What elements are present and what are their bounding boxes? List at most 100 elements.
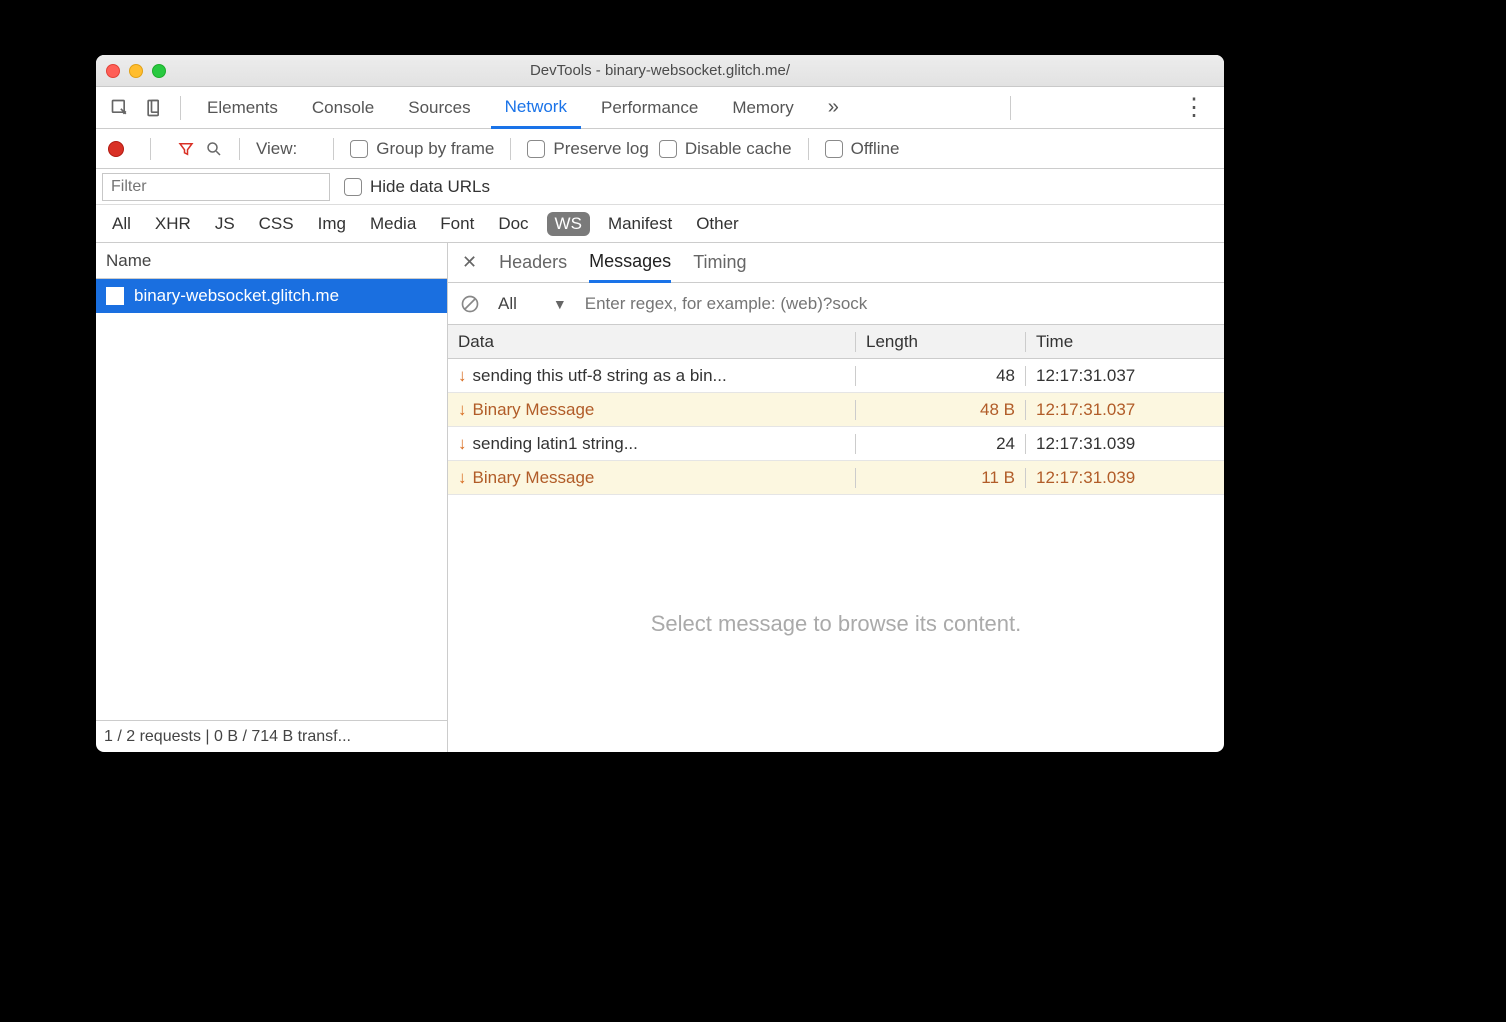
- message-length: 48: [856, 366, 1026, 386]
- pill-all[interactable]: All: [106, 212, 137, 236]
- file-icon: [106, 287, 124, 305]
- checkbox-icon: [344, 178, 362, 196]
- pill-img[interactable]: Img: [312, 212, 352, 236]
- tab-headers[interactable]: Headers: [499, 243, 567, 282]
- titlebar: DevTools - binary-websocket.glitch.me/: [96, 55, 1224, 87]
- request-row[interactable]: binary-websocket.glitch.me: [96, 279, 447, 313]
- group-by-frame-toggle[interactable]: Group by frame: [350, 139, 494, 159]
- tab-performance[interactable]: Performance: [587, 87, 712, 128]
- hide-data-urls-label: Hide data URLs: [370, 177, 490, 197]
- minimize-window-button[interactable]: [129, 64, 143, 78]
- tab-timing[interactable]: Timing: [693, 243, 746, 282]
- tab-memory[interactable]: Memory: [718, 87, 807, 128]
- filter-row: Hide data URLs: [96, 169, 1224, 205]
- pill-doc[interactable]: Doc: [492, 212, 534, 236]
- pill-media[interactable]: Media: [364, 212, 422, 236]
- network-toolbar: View: Group by frame Preserve log Disabl…: [96, 129, 1224, 169]
- more-tabs-icon[interactable]: »: [814, 87, 853, 128]
- tab-elements[interactable]: Elements: [193, 87, 292, 128]
- hide-data-urls-toggle[interactable]: Hide data URLs: [344, 177, 490, 197]
- close-window-button[interactable]: [106, 64, 120, 78]
- preserve-log-label: Preserve log: [553, 139, 648, 159]
- offline-label: Offline: [851, 139, 900, 159]
- checkbox-icon: [350, 140, 368, 158]
- checkbox-icon: [527, 140, 545, 158]
- message-time: 12:17:31.037: [1026, 366, 1224, 386]
- message-time: 12:17:31.037: [1026, 400, 1224, 420]
- message-data: sending this utf-8 string as a bin...: [473, 366, 727, 386]
- tab-messages[interactable]: Messages: [589, 244, 671, 283]
- message-length: 24: [856, 434, 1026, 454]
- separator: [239, 138, 240, 160]
- col-length-header[interactable]: Length: [856, 332, 1026, 352]
- dropdown-value: All: [498, 294, 517, 314]
- col-time-header[interactable]: Time: [1026, 332, 1224, 352]
- filter-icon[interactable]: [177, 140, 195, 158]
- message-length: 48 B: [856, 400, 1026, 420]
- checkbox-icon: [825, 140, 843, 158]
- message-time: 12:17:31.039: [1026, 468, 1224, 488]
- separator: [510, 138, 511, 160]
- main-split: Name binary-websocket.glitch.me 1 / 2 re…: [96, 243, 1224, 752]
- record-button[interactable]: [108, 141, 124, 157]
- pill-js[interactable]: JS: [209, 212, 241, 236]
- device-toggle-icon[interactable]: [140, 94, 168, 122]
- offline-toggle[interactable]: Offline: [825, 139, 900, 159]
- type-filter-row: All XHR JS CSS Img Media Font Doc WS Man…: [96, 205, 1224, 243]
- message-time: 12:17:31.039: [1026, 434, 1224, 454]
- separator: [180, 96, 181, 120]
- tab-console[interactable]: Console: [298, 87, 388, 128]
- devtools-window: DevTools - binary-websocket.glitch.me/ E…: [96, 55, 1224, 752]
- search-icon[interactable]: [205, 140, 223, 158]
- pill-ws[interactable]: WS: [547, 212, 590, 236]
- name-column-header[interactable]: Name: [96, 243, 447, 279]
- clear-messages-icon[interactable]: [460, 294, 480, 314]
- disable-cache-label: Disable cache: [685, 139, 792, 159]
- request-list-panel: Name binary-websocket.glitch.me 1 / 2 re…: [96, 243, 448, 752]
- message-row[interactable]: ↓ sending latin1 string... 2412:17:31.039: [448, 427, 1224, 461]
- down-arrow-icon: ↓: [458, 468, 467, 488]
- messages-body: ↓ sending this utf-8 string as a bin... 48…: [448, 359, 1224, 495]
- down-arrow-icon: ↓: [458, 434, 467, 454]
- detail-panel: ✕ Headers Messages Timing All ▼ Data Len…: [448, 243, 1224, 752]
- traffic-lights: [106, 64, 166, 78]
- separator: [808, 138, 809, 160]
- message-data: Binary Message: [473, 468, 595, 488]
- tab-sources[interactable]: Sources: [394, 87, 484, 128]
- view-label: View:: [256, 139, 297, 159]
- message-row[interactable]: ↓Binary Message48 B12:17:31.037: [448, 393, 1224, 427]
- pill-xhr[interactable]: XHR: [149, 212, 197, 236]
- group-by-frame-label: Group by frame: [376, 139, 494, 159]
- regex-input[interactable]: [585, 294, 1212, 314]
- pill-css[interactable]: CSS: [253, 212, 300, 236]
- down-arrow-icon: ↓: [458, 400, 467, 420]
- preserve-log-toggle[interactable]: Preserve log: [527, 139, 648, 159]
- window-title: DevTools - binary-websocket.glitch.me/: [96, 62, 1224, 79]
- pill-other[interactable]: Other: [690, 212, 745, 236]
- detail-tabs: ✕ Headers Messages Timing: [448, 243, 1224, 283]
- message-row[interactable]: ↓sending this utf-8 string as a bin...48…: [448, 359, 1224, 393]
- request-name: binary-websocket.glitch.me: [134, 286, 339, 306]
- close-icon[interactable]: ✕: [462, 252, 477, 273]
- pill-manifest[interactable]: Manifest: [602, 212, 678, 236]
- message-row[interactable]: ↓ Binary Message 11 B12:17:31.039: [448, 461, 1224, 495]
- disable-cache-toggle[interactable]: Disable cache: [659, 139, 792, 159]
- request-list: binary-websocket.glitch.me: [96, 279, 447, 720]
- maximize-window-button[interactable]: [152, 64, 166, 78]
- filter-input[interactable]: [102, 173, 330, 201]
- col-data-header[interactable]: Data: [448, 332, 856, 352]
- status-bar: 1 / 2 requests | 0 B / 714 B transf...: [96, 720, 447, 752]
- devtools-tabs: Elements Console Sources Network Perform…: [96, 87, 1224, 129]
- messages-header: Data Length Time: [448, 325, 1224, 359]
- checkbox-icon: [659, 140, 677, 158]
- separator: [333, 138, 334, 160]
- inspect-element-icon[interactable]: [106, 94, 134, 122]
- pill-font[interactable]: Font: [434, 212, 480, 236]
- message-length: 11 B: [856, 468, 1026, 488]
- direction-dropdown[interactable]: All ▼: [492, 292, 573, 316]
- message-data: sending latin1 string...: [473, 434, 638, 454]
- messages-toolbar: All ▼: [448, 283, 1224, 325]
- separator: [150, 138, 151, 160]
- settings-menu-icon[interactable]: ⋮: [1174, 93, 1214, 122]
- tab-network[interactable]: Network: [491, 88, 581, 129]
